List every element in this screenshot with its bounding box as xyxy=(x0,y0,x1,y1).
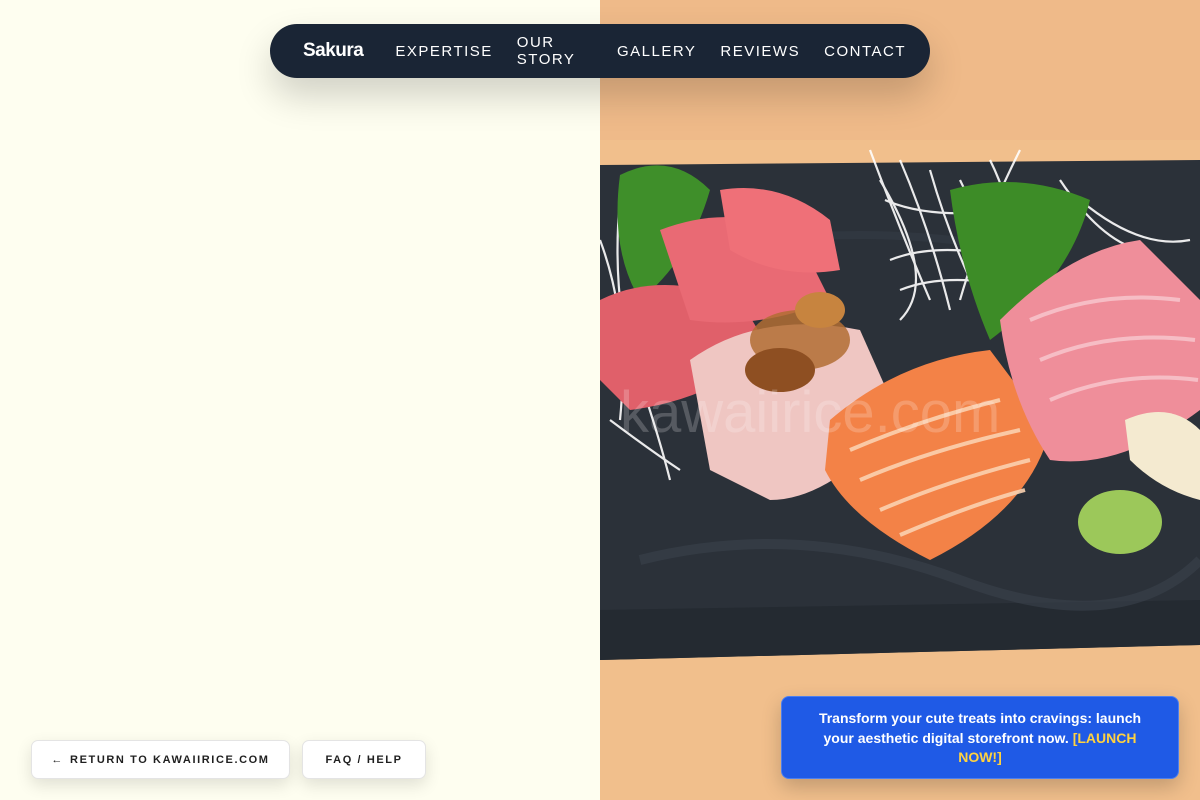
brand-logo[interactable]: Sakura xyxy=(303,40,364,62)
return-button-label: RETURN TO KAWAIIRICE.COM xyxy=(70,753,270,766)
page: kawaiirice.com Sakura EXPERTISE OUR STOR… xyxy=(0,0,1200,800)
nav-link-reviews[interactable]: REVIEWS xyxy=(720,43,800,60)
promo-banner[interactable]: Transform your cute treats into cravings… xyxy=(781,696,1179,779)
faq-help-button[interactable]: FAQ / HELP xyxy=(302,740,426,779)
top-navbar: Sakura EXPERTISE OUR STORY GALLERY REVIE… xyxy=(270,24,930,78)
faq-button-label: FAQ / HELP xyxy=(325,753,403,766)
nav-link-our-story[interactable]: OUR STORY xyxy=(517,34,593,68)
watermark-text: kawaiirice.com xyxy=(620,380,1000,445)
return-to-kawaiirice-button[interactable]: ← RETURN TO KAWAIIRICE.COM xyxy=(31,740,290,779)
hero-image: kawaiirice.com xyxy=(600,0,1200,800)
wasabi xyxy=(1078,490,1162,554)
sashimi-photo: kawaiirice.com xyxy=(600,0,1200,800)
nav-link-expertise[interactable]: EXPERTISE xyxy=(395,43,492,60)
left-panel xyxy=(0,0,600,800)
arrow-left-icon: ← xyxy=(51,753,65,766)
nav-link-contact[interactable]: CONTACT xyxy=(824,43,906,60)
nav-link-gallery[interactable]: GALLERY xyxy=(617,43,696,60)
